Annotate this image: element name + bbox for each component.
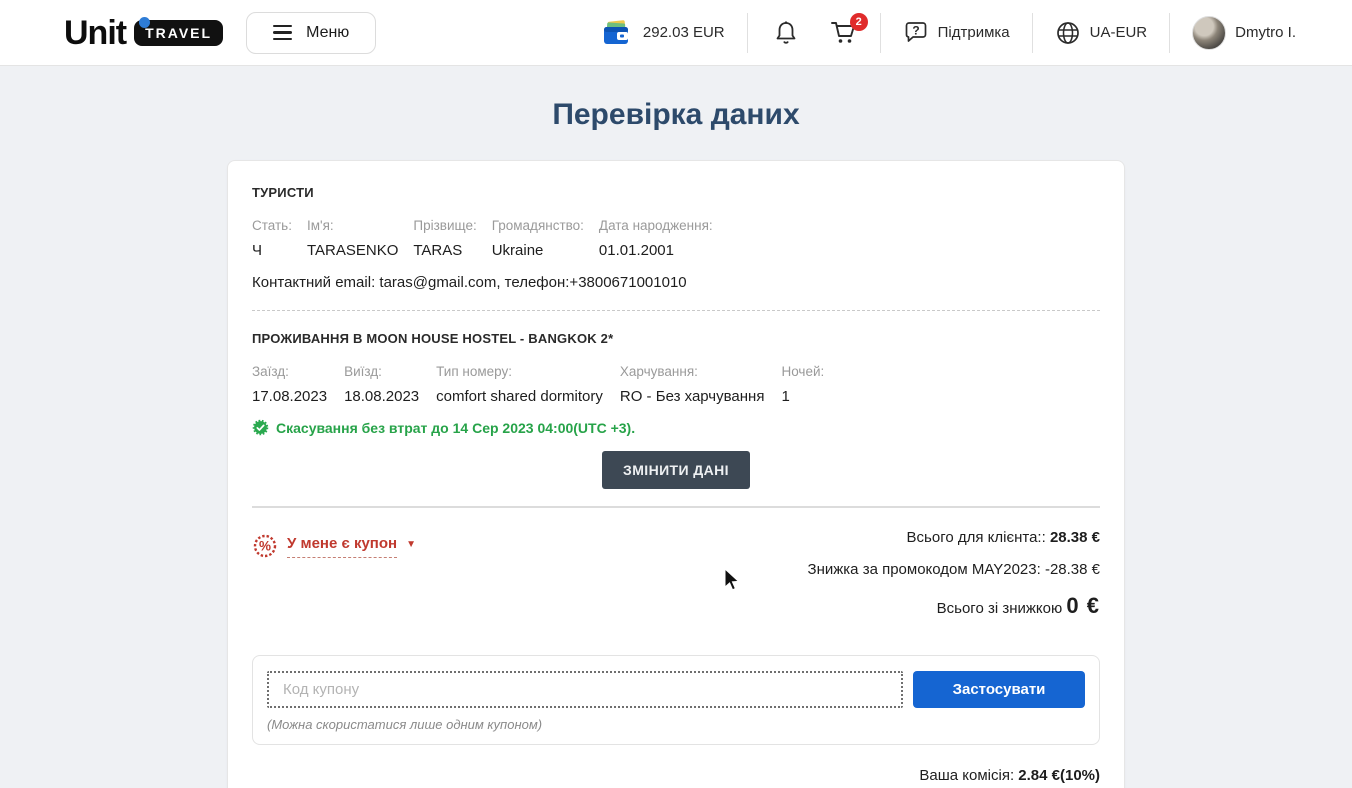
discounted-total-row: Всього зі знижкою 0 € [937,593,1100,619]
change-data-button[interactable]: ЗМІНИТИ ДАНІ [602,451,750,489]
locale-label: UA-EUR [1090,24,1148,41]
user-avatar [1192,16,1226,50]
brand-i-dot [139,17,150,28]
header-divider [1169,13,1170,53]
brand-logo[interactable]: Unit TRAVEL [64,16,223,50]
page-title: Перевірка даних [0,98,1352,132]
cart-button[interactable]: 2 [830,20,858,46]
field-last-name: Прізвище: TARAS [413,218,476,259]
client-total-label: Всього для клієнта:: [907,529,1050,546]
globe-icon [1055,20,1081,46]
field-checkin: Заїзд: 17.08.2023 [252,364,327,405]
field-label: Прізвище: [413,218,476,233]
tourists-heading: ТУРИСТИ [252,185,1100,200]
field-label: Дата народження: [599,218,713,233]
notifications-button[interactable] [774,20,798,46]
field-value: comfort shared dormitory [436,388,603,405]
field-birthdate: Дата народження: 01.01.2001 [599,218,713,259]
dashed-divider [252,310,1100,311]
field-value: Ukraine [492,242,584,259]
brand-wordmark: Unit [64,16,126,50]
header-divider [880,13,881,53]
discounted-total-label: Всього зі знижкою [937,600,1067,617]
cancellation-text: Скасування без втрат до 14 Сер 2023 04:0… [276,420,635,436]
support-label: Підтримка [938,24,1010,41]
field-nights: Ночей: 1 [781,364,824,405]
coupon-code-input[interactable] [267,671,903,708]
field-value: TARAS [413,242,476,259]
field-value: Ч [252,242,292,259]
top-header: Unit TRAVEL Меню 292.03 EUR [0,0,1352,66]
user-menu[interactable]: Dmytro I. [1192,16,1296,50]
field-value: 17.08.2023 [252,388,327,405]
field-value: RO - Без харчування [620,388,765,405]
client-total-row: Всього для клієнта:: 28.38 € [907,529,1100,546]
check-seal-icon [252,419,269,436]
field-label: Стать: [252,218,292,233]
commission-label: Ваша комісія: [919,767,1018,784]
field-checkout: Виїзд: 18.08.2023 [344,364,419,405]
totals-block: Всього для клієнта:: 28.38 € Знижка за п… [808,529,1100,619]
support-chat-icon: ? [903,20,929,46]
locale-selector[interactable]: UA-EUR [1055,20,1148,46]
commission-block: Ваша комісія: 2.84 €(10%) До сплати аген… [252,767,1100,788]
field-room-type: Тип номеру: comfort shared dormitory [436,364,603,405]
field-value: 01.01.2001 [599,242,713,259]
cancellation-policy: Скасування без втрат до 14 Сер 2023 04:0… [252,419,1100,436]
user-name: Dmytro I. [1235,24,1296,41]
field-gender: Стать: Ч [252,218,292,259]
apply-coupon-button[interactable]: Застосувати [913,671,1085,708]
field-label: Ночей: [781,364,824,379]
field-citizenship: Громадянство: Ukraine [492,218,584,259]
svg-text:?: ? [912,23,919,37]
stay-heading: ПРОЖИВАННЯ В MOON HOUSE HOSTEL - BANGKOK… [252,331,1100,346]
percent-seal-icon: % [252,533,278,559]
field-label: Громадянство: [492,218,584,233]
svg-text:%: % [259,539,271,554]
tourists-fields: Стать: Ч Ім'я: TARASENKO Прізвище: TARAS… [252,218,1100,259]
menu-label: Меню [306,24,349,42]
bell-icon [774,20,798,46]
wallet-icon [602,19,634,47]
wallet-balance[interactable]: 292.03 EUR [602,19,725,47]
contact-info: Контактний email: taras@gmail.com, телеф… [252,274,1100,291]
field-value: 1 [781,388,824,405]
hamburger-icon [273,25,292,41]
promo-discount-row: Знижка за промокодом MAY2023: -28.38 € [808,561,1100,578]
menu-button[interactable]: Меню [246,12,376,54]
field-value: TARASENKO [307,242,398,259]
header-divider [1032,13,1033,53]
cart-badge: 2 [850,13,868,31]
commission-value: 2.84 €(10%) [1018,767,1100,784]
field-first-name: Ім'я: TARASENKO [307,218,398,259]
commission-row: Ваша комісія: 2.84 €(10%) [919,767,1100,784]
field-label: Заїзд: [252,364,327,379]
stay-fields: Заїзд: 17.08.2023 Виїзд: 18.08.2023 Тип … [252,364,1100,405]
coupon-note: (Можна скористатися лише одним купоном) [267,717,1085,732]
booking-review-card: ТУРИСТИ Стать: Ч Ім'я: TARASENKO Прізвищ… [227,160,1125,788]
client-total-value: 28.38 € [1050,529,1100,546]
coupon-toggle-label: У мене є купон [287,535,397,558]
support-button[interactable]: ? Підтримка [903,20,1010,46]
discounted-total-value: 0 € [1066,593,1100,618]
field-label: Ім'я: [307,218,398,233]
field-label: Виїзд: [344,364,419,379]
section-divider [252,506,1100,508]
field-label: Харчування: [620,364,765,379]
coupon-toggle[interactable]: % У мене є купон ▼ [252,529,416,563]
caret-down-icon: ▼ [406,539,416,550]
field-value: 18.08.2023 [344,388,419,405]
coupon-panel: Застосувати (Можна скористатися лише одн… [252,655,1100,745]
field-label: Тип номеру: [436,364,603,379]
wallet-balance-value: 292.03 EUR [643,24,725,41]
header-divider [747,13,748,53]
field-meal: Харчування: RO - Без харчування [620,364,765,405]
